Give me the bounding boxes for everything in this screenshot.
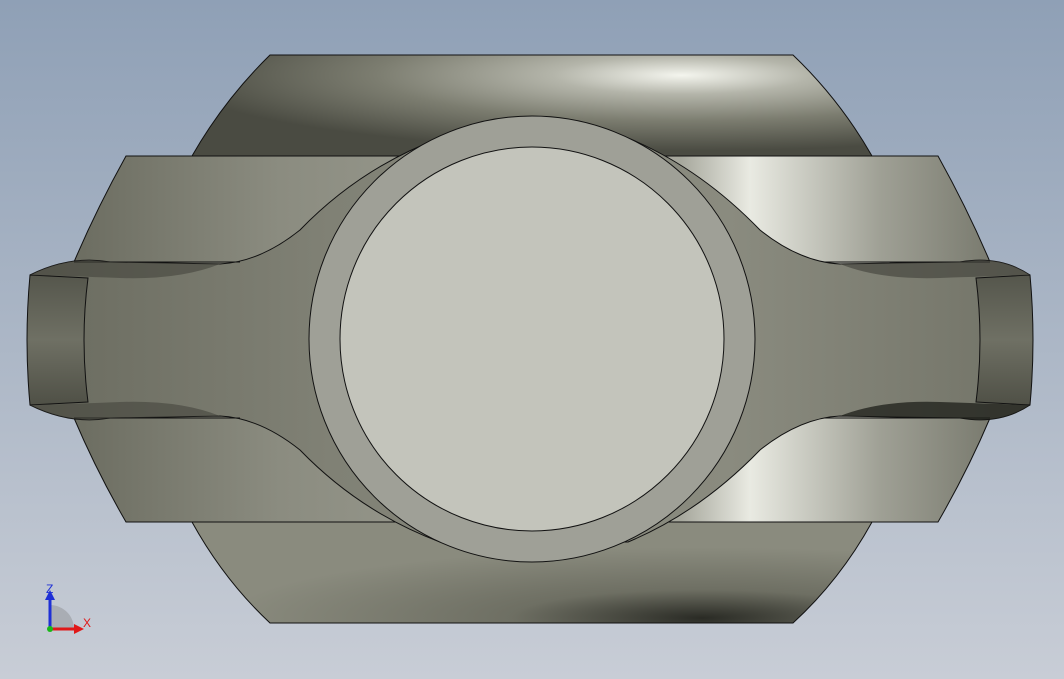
bore-face: [339, 146, 725, 532]
arm-end-left: [26, 274, 89, 406]
center-bore[interactable]: [308, 115, 756, 563]
arm-end-right: [975, 274, 1034, 406]
graphics-viewport[interactable]: Z X: [0, 0, 1064, 679]
x-axis-label: X: [83, 616, 91, 630]
y-axis-origin: [47, 626, 53, 632]
z-axis-label: Z: [46, 582, 53, 596]
